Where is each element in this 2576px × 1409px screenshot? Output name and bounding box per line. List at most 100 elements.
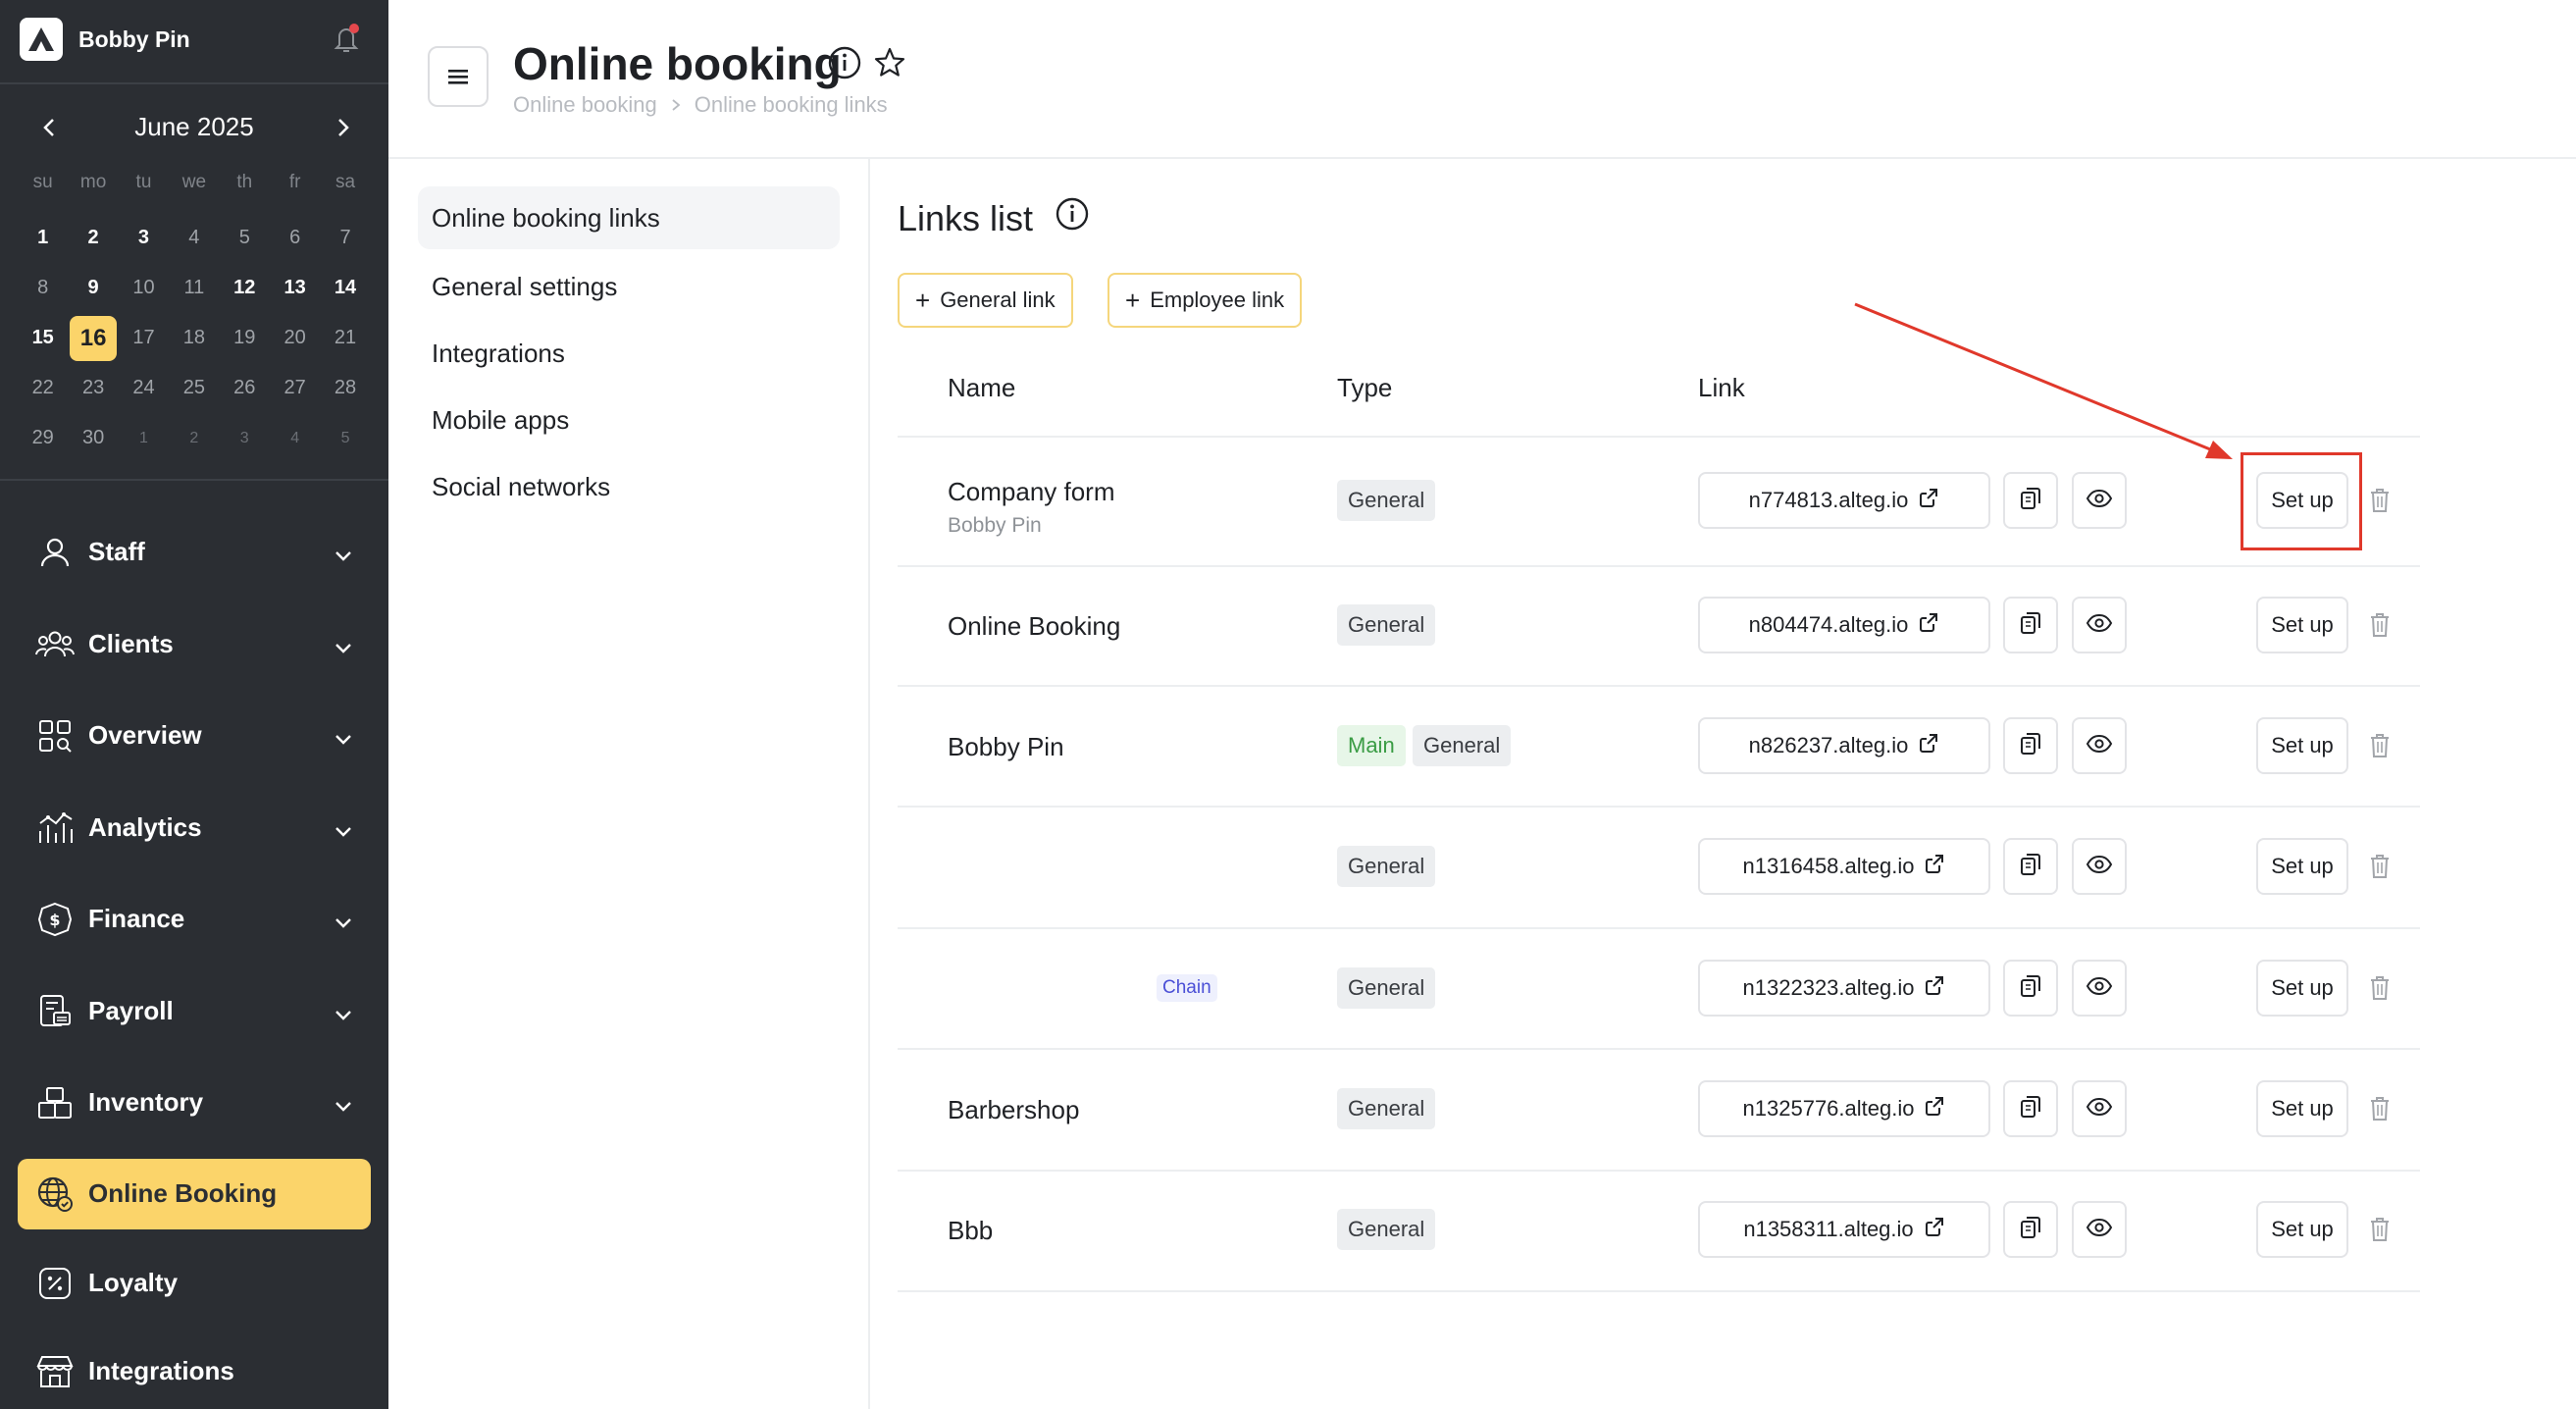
subnav-item-general-settings[interactable]: General settings (418, 253, 840, 320)
calendar-day[interactable]: 19 (220, 313, 270, 363)
trash-icon[interactable] (2365, 729, 2395, 762)
calendar-day[interactable]: 10 (119, 263, 169, 313)
copy-link-button[interactable] (2003, 597, 2058, 653)
trash-icon[interactable] (2365, 971, 2395, 1005)
trash-icon[interactable] (2365, 1213, 2395, 1246)
copy-link-button[interactable] (2003, 472, 2058, 529)
setup-button[interactable]: Set up (2256, 960, 2348, 1017)
calendar-day[interactable]: 7 (320, 213, 370, 263)
calendar-day[interactable]: 23 (68, 363, 118, 413)
calendar-next-icon[interactable] (328, 112, 359, 143)
sidebar-item-analytics[interactable]: Analytics (18, 782, 371, 874)
calendar-day[interactable]: 20 (270, 313, 320, 363)
chevron-down-icon[interactable] (334, 907, 353, 937)
brand[interactable]: Bobby Pin (20, 18, 190, 61)
calendar-day[interactable]: 3 (220, 413, 270, 463)
sidebar-item-finance[interactable]: $ Finance (18, 873, 371, 965)
calendar-day[interactable]: 29 (18, 413, 68, 463)
calendar-day[interactable]: 27 (270, 363, 320, 413)
copy-link-button[interactable] (2003, 717, 2058, 774)
calendar-day[interactable]: 21 (320, 313, 370, 363)
chevron-down-icon[interactable] (334, 815, 353, 846)
menu-toggle-button[interactable] (428, 46, 489, 107)
calendar-day[interactable]: 18 (169, 313, 219, 363)
chevron-down-icon[interactable] (334, 632, 353, 662)
calendar-day[interactable]: 13 (270, 263, 320, 313)
add-employee-link-button[interactable]: + Employee link (1108, 273, 1303, 328)
subnav-item-integrations[interactable]: Integrations (418, 320, 840, 387)
sidebar-item-overview[interactable]: Overview (18, 690, 371, 782)
calendar-day[interactable]: 9 (68, 263, 118, 313)
calendar-day[interactable]: 14 (320, 263, 370, 313)
calendar-day-today[interactable]: 16 (68, 313, 118, 363)
subnav-item-social-networks[interactable]: Social networks (418, 453, 840, 520)
notification-bell-icon[interactable] (332, 22, 361, 55)
booking-link-button[interactable]: n804474.alteg.io (1698, 597, 1990, 653)
copy-link-button[interactable] (2003, 960, 2058, 1017)
chevron-down-icon[interactable] (334, 999, 353, 1029)
calendar-day[interactable]: 11 (169, 263, 219, 313)
sidebar-item-loyalty[interactable]: Loyalty (18, 1239, 371, 1328)
chevron-down-icon[interactable] (334, 1090, 353, 1121)
setup-button[interactable]: Set up (2256, 597, 2348, 653)
favorite-star-icon[interactable] (872, 45, 907, 85)
calendar-day[interactable]: 17 (119, 313, 169, 363)
calendar-day[interactable]: 6 (270, 213, 320, 263)
add-general-link-button[interactable]: + General link (898, 273, 1073, 328)
calendar-day[interactable]: 2 (68, 213, 118, 263)
calendar-day[interactable]: 2 (169, 413, 219, 463)
calendar-day[interactable]: 25 (169, 363, 219, 413)
sidebar-item-payroll[interactable]: Payroll (18, 965, 371, 1058)
calendar-day[interactable]: 3 (119, 213, 169, 263)
info-icon[interactable] (827, 45, 862, 85)
calendar-day[interactable]: 26 (220, 363, 270, 413)
copy-link-button[interactable] (2003, 1080, 2058, 1137)
sidebar-item-staff[interactable]: Staff (18, 506, 371, 599)
preview-link-button[interactable] (2072, 1201, 2127, 1258)
calendar-day[interactable]: 24 (119, 363, 169, 413)
preview-link-button[interactable] (2072, 472, 2127, 529)
copy-link-button[interactable] (2003, 838, 2058, 895)
copy-link-button[interactable] (2003, 1201, 2058, 1258)
trash-icon[interactable] (2365, 484, 2395, 517)
setup-button[interactable]: Set up (2256, 1201, 2348, 1258)
preview-link-button[interactable] (2072, 838, 2127, 895)
trash-icon[interactable] (2365, 850, 2395, 883)
calendar-day[interactable]: 4 (169, 213, 219, 263)
calendar-day[interactable]: 28 (320, 363, 370, 413)
subnav-item-mobile-apps[interactable]: Mobile apps (418, 387, 840, 453)
chevron-down-icon[interactable] (334, 723, 353, 754)
booking-link-button[interactable]: n1358311.alteg.io (1698, 1201, 1990, 1258)
preview-link-button[interactable] (2072, 1080, 2127, 1137)
booking-link-button[interactable]: n774813.alteg.io (1698, 472, 1990, 529)
calendar-day[interactable]: 4 (270, 413, 320, 463)
booking-link-button[interactable]: n826237.alteg.io (1698, 717, 1990, 774)
info-icon[interactable] (1055, 196, 1090, 240)
breadcrumb-item[interactable]: Online booking (513, 92, 657, 118)
calendar-day[interactable]: 1 (18, 213, 68, 263)
preview-link-button[interactable] (2072, 960, 2127, 1017)
booking-link-button[interactable]: n1316458.alteg.io (1698, 838, 1990, 895)
booking-link-button[interactable]: n1325776.alteg.io (1698, 1080, 1990, 1137)
sidebar-item-integrations[interactable]: Integrations (18, 1328, 371, 1409)
preview-link-button[interactable] (2072, 717, 2127, 774)
booking-link-button[interactable]: n1322323.alteg.io (1698, 960, 1990, 1017)
sidebar-item-online-booking[interactable]: Online Booking (18, 1158, 371, 1229)
subnav-item-online-booking-links[interactable]: Online booking links (418, 186, 840, 249)
trash-icon[interactable] (2365, 608, 2395, 642)
calendar-day[interactable]: 15 (18, 313, 68, 363)
setup-button[interactable]: Set up (2256, 838, 2348, 895)
setup-button[interactable]: Set up (2256, 1080, 2348, 1137)
calendar-day[interactable]: 22 (18, 363, 68, 413)
calendar-day[interactable]: 1 (119, 413, 169, 463)
chevron-down-icon[interactable] (334, 540, 353, 570)
calendar-day[interactable]: 12 (220, 263, 270, 313)
preview-link-button[interactable] (2072, 597, 2127, 653)
calendar-day[interactable]: 5 (220, 213, 270, 263)
calendar-day[interactable]: 5 (320, 413, 370, 463)
sidebar-item-clients[interactable]: Clients (18, 599, 371, 691)
breadcrumb-item[interactable]: Online booking links (695, 92, 888, 118)
setup-button[interactable]: Set up (2256, 717, 2348, 774)
sidebar-item-inventory[interactable]: Inventory (18, 1057, 371, 1149)
calendar-day[interactable]: 30 (68, 413, 118, 463)
